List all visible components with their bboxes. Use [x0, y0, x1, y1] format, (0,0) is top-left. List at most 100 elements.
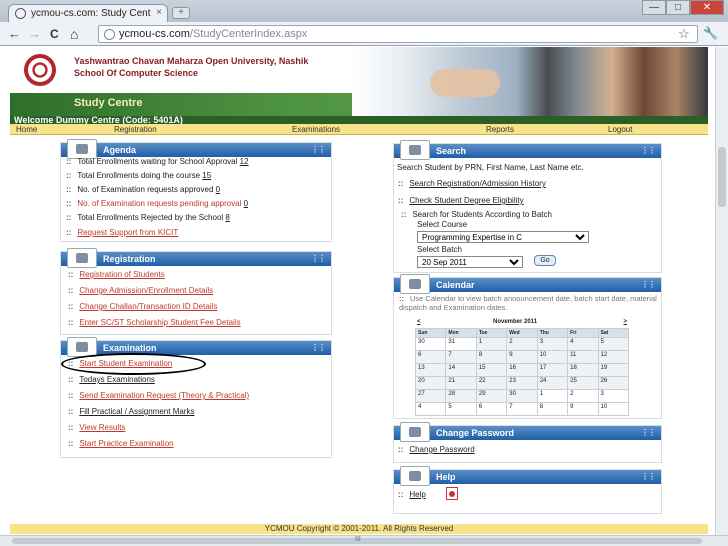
bookmark-star-icon[interactable]: ☆	[678, 26, 690, 42]
drag-handle-icon[interactable]: ⋮⋮	[641, 280, 656, 289]
calendar-day[interactable]: 22	[475, 376, 508, 390]
agenda-item-count[interactable]: 15	[202, 171, 211, 180]
agenda-item-count[interactable]: 0	[244, 199, 248, 208]
agenda-item-count[interactable]: 12	[240, 157, 249, 166]
calendar-day[interactable]: 10	[536, 350, 569, 364]
drag-handle-icon[interactable]: ⋮⋮	[311, 343, 326, 352]
agenda-item-count[interactable]: 0	[216, 185, 220, 194]
go-button[interactable]: Go	[534, 255, 556, 266]
reload-icon[interactable]: C	[50, 26, 59, 42]
minimize-button[interactable]: —	[642, 0, 666, 15]
calendar-day[interactable]: 23	[506, 376, 538, 390]
calendar-day[interactable]: 3	[536, 337, 569, 351]
calendar-day[interactable]: 11	[567, 350, 599, 364]
calendar-day[interactable]: 26	[597, 376, 630, 390]
change-password-panel: Change Password ⋮⋮	[393, 422, 662, 463]
calendar-day[interactable]: 27	[414, 389, 447, 403]
menu-logout[interactable]: Logout	[608, 125, 632, 134]
new-tab-button[interactable]: +	[172, 7, 190, 19]
prev-month-link[interactable]: <	[417, 319, 421, 325]
calendar-day[interactable]: 5	[445, 402, 477, 416]
calendar-day[interactable]: 21	[445, 376, 477, 390]
calendar-day[interactable]: 1	[475, 337, 508, 351]
course-select[interactable]: Programming Expertise in C	[417, 231, 589, 243]
menu-home[interactable]: Home	[16, 125, 37, 134]
help-link[interactable]: Help	[409, 490, 425, 499]
calendar-day[interactable]: 7	[506, 402, 538, 416]
calendar-day[interactable]: 31	[445, 337, 477, 351]
view-results-link[interactable]: View Results	[79, 423, 125, 432]
drag-handle-icon[interactable]: ⋮⋮	[311, 254, 326, 263]
close-window-button[interactable]: ✕	[690, 0, 724, 15]
calendar-day[interactable]: 7	[445, 350, 477, 364]
calendar-day[interactable]: 24	[536, 376, 569, 390]
home-icon[interactable]: ⌂	[70, 26, 78, 42]
calendar-day[interactable]: 19	[597, 363, 630, 377]
calendar-day[interactable]: 1	[536, 389, 569, 403]
calendar-day[interactable]: 9	[506, 350, 538, 364]
menu-registration[interactable]: Registration	[114, 125, 157, 134]
calendar-day[interactable]: 28	[445, 389, 477, 403]
maximize-button[interactable]: □	[666, 0, 690, 15]
calendar-day[interactable]: 12	[597, 350, 630, 364]
browser-tab[interactable]: ycmou-cs.com: Study Cent ×	[8, 4, 168, 22]
registration-of-students-link[interactable]: Registration of Students	[79, 270, 164, 279]
calendar-day[interactable]: 13	[414, 363, 447, 377]
calendar-day[interactable]: 6	[414, 350, 447, 364]
start-practice-examination-link[interactable]: Start Practice Examination	[79, 439, 173, 448]
calendar-day[interactable]: 5	[597, 337, 630, 351]
menu-examinations[interactable]: Examinations	[292, 125, 340, 134]
help-icon	[400, 466, 430, 486]
calendar-day[interactable]: 29	[475, 389, 508, 403]
pdf-icon[interactable]	[446, 487, 458, 500]
page-info-icon[interactable]	[104, 29, 115, 40]
vertical-scrollbar[interactable]	[715, 47, 728, 535]
calendar-day[interactable]: 4	[414, 402, 447, 416]
scholarship-fee-link[interactable]: Enter SC/ST Scholarship Student Fee Deta…	[79, 318, 240, 327]
send-examination-request-link[interactable]: Send Examination Request (Theory & Pract…	[79, 391, 249, 400]
calendar-day[interactable]: 10	[597, 402, 630, 416]
forward-icon[interactable]: →	[28, 26, 41, 42]
scroll-thumb[interactable]	[718, 147, 726, 207]
calendar-day[interactable]: 9	[567, 402, 599, 416]
calendar-day[interactable]: 16	[506, 363, 538, 377]
drag-handle-icon[interactable]: ⋮⋮	[311, 145, 326, 154]
calendar-day[interactable]: 14	[445, 363, 477, 377]
drag-handle-icon[interactable]: ⋮⋮	[641, 428, 656, 437]
day-header: Thu	[536, 328, 569, 338]
calendar-day[interactable]: 25	[567, 376, 599, 390]
menu-reports[interactable]: Reports	[486, 125, 514, 134]
fill-marks-link[interactable]: Fill Practical / Assignment Marks	[79, 407, 194, 416]
degree-eligibility-link[interactable]: Check Student Degree Eligibility	[409, 196, 523, 205]
calendar-day[interactable]: 30	[414, 337, 447, 351]
url-field[interactable]: ycmou-cs.com/StudyCenterIndex.aspx	[98, 25, 698, 43]
agenda-item-count[interactable]: 8	[225, 213, 229, 222]
calendar-day[interactable]: 2	[567, 389, 599, 403]
calendar-day[interactable]: 6	[475, 402, 508, 416]
drag-handle-icon[interactable]: ⋮⋮	[641, 146, 656, 155]
calendar-day[interactable]: 3	[597, 389, 630, 403]
horizontal-scrollbar[interactable]: III	[0, 535, 728, 546]
close-tab-icon[interactable]: ×	[156, 7, 162, 18]
drag-handle-icon[interactable]: ⋮⋮	[641, 472, 656, 481]
registration-item: :: Registration of Students	[68, 270, 165, 279]
change-admission-link[interactable]: Change Admission/Enrollment Details	[79, 286, 213, 295]
next-month-link[interactable]: >	[623, 319, 627, 325]
calendar-day[interactable]: 20	[414, 376, 447, 390]
batch-select[interactable]: 20 Sep 2011	[417, 256, 523, 268]
calendar-day[interactable]: 18	[567, 363, 599, 377]
calendar-day[interactable]: 17	[536, 363, 569, 377]
calendar-day[interactable]: 15	[475, 363, 508, 377]
calendar-day[interactable]: 4	[567, 337, 599, 351]
wrench-menu-icon[interactable]: 🔧	[703, 26, 718, 40]
calendar-day[interactable]: 8	[475, 350, 508, 364]
search-history-link[interactable]: Search Registration/Admission History	[409, 179, 546, 188]
change-password-link[interactable]: Change Password	[409, 445, 474, 454]
request-support-link[interactable]: Request Support from KICIT	[77, 228, 178, 237]
calendar-day[interactable]: 30	[506, 389, 538, 403]
todays-examinations-link[interactable]: Todays Examinations	[79, 375, 155, 384]
calendar-day[interactable]: 8	[536, 402, 569, 416]
change-challan-link[interactable]: Change Challan/Transaction ID Details	[79, 302, 217, 311]
calendar-day[interactable]: 2	[506, 337, 538, 351]
back-icon[interactable]: ←	[8, 26, 21, 42]
